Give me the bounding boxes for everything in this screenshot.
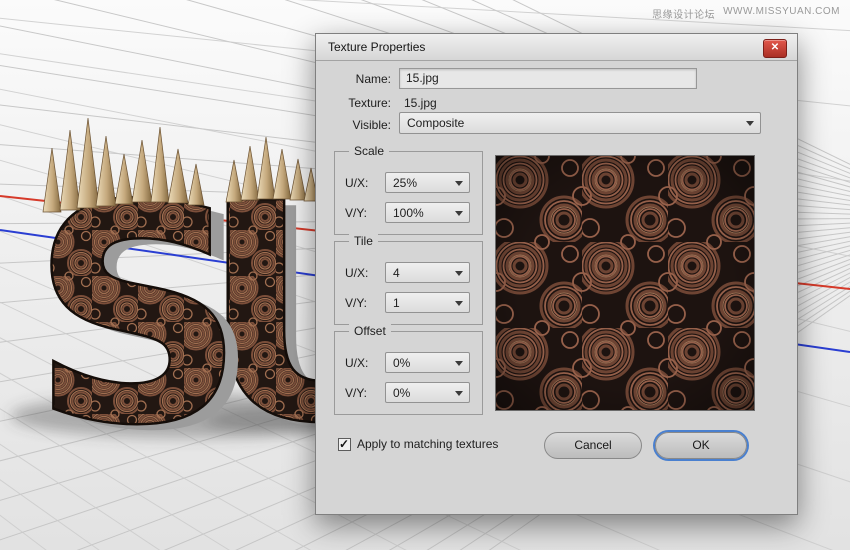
visible-dropdown[interactable]: Composite — [399, 112, 761, 134]
tile-vy-dropdown[interactable]: 1 — [385, 292, 470, 313]
chevron-down-icon — [455, 211, 463, 216]
ok-button[interactable]: OK — [655, 432, 747, 459]
tile-vy-value: 1 — [393, 296, 400, 310]
offset-group-legend: Offset — [349, 324, 391, 338]
watermark: 思缘设计论坛 WWW.MISSYUAN.COM — [652, 6, 840, 21]
name-label: Name: — [355, 72, 391, 86]
apply-matching-label: Apply to matching textures — [357, 437, 499, 451]
dialog-titlebar[interactable]: Texture Properties ✕ — [316, 34, 797, 61]
watermark-site-name: 思缘设计论坛 — [652, 10, 716, 21]
offset-vy-dropdown[interactable]: 0% — [385, 382, 470, 403]
scale-ux-dropdown[interactable]: 25% — [385, 172, 470, 193]
scale-group: Scale U/X: 25% V/Y: 100% — [334, 144, 483, 235]
offset-group: Offset U/X: 0% V/Y: 0% — [334, 324, 483, 415]
offset-ux-dropdown[interactable]: 0% — [385, 352, 470, 373]
scale-ux-value: 25% — [393, 176, 418, 190]
dialog-title: Texture Properties — [328, 40, 426, 54]
chevron-down-icon — [455, 181, 463, 186]
tile-ux-dropdown[interactable]: 4 — [385, 262, 470, 283]
texture-preview-image — [496, 156, 754, 410]
texture-label: Texture: — [348, 96, 391, 110]
cancel-button[interactable]: Cancel — [544, 432, 642, 459]
offset-ux-label: U/X: — [345, 356, 369, 370]
close-icon: ✕ — [770, 42, 780, 53]
chevron-down-icon — [455, 271, 463, 276]
offset-vy-value: 0% — [393, 386, 411, 400]
scale-ux-label: U/X: — [345, 176, 369, 190]
tile-group: Tile U/X: 4 V/Y: 1 — [334, 234, 483, 325]
tile-group-legend: Tile — [349, 234, 378, 248]
chevron-down-icon — [455, 391, 463, 396]
chevron-down-icon — [455, 361, 463, 366]
visible-label: Visible: — [352, 118, 391, 132]
scale-vy-dropdown[interactable]: 100% — [385, 202, 470, 223]
visible-dropdown-value: Composite — [407, 116, 465, 130]
tile-vy-label: V/Y: — [345, 296, 368, 310]
texture-properties-dialog: Texture Properties ✕ Name: 15.jpg Textur… — [315, 33, 798, 515]
apply-matching-checkbox[interactable] — [338, 437, 351, 451]
chevron-down-icon — [746, 121, 754, 126]
name-input[interactable]: 15.jpg — [399, 68, 697, 89]
close-button[interactable]: ✕ — [763, 39, 787, 58]
offset-ux-value: 0% — [393, 356, 411, 370]
offset-vy-label: V/Y: — [345, 386, 368, 400]
photoshop-window: U U S S 思缘设计论坛 WWW.MISSYUAN.COM Texture … — [0, 0, 850, 550]
watermark-site-url: WWW.MISSYUAN.COM — [723, 6, 840, 17]
tile-ux-label: U/X: — [345, 266, 369, 280]
tile-ux-value: 4 — [393, 266, 400, 280]
scale-group-legend: Scale — [349, 144, 390, 158]
texture-preview — [495, 155, 755, 411]
texture-value: 15.jpg — [404, 96, 437, 110]
chevron-down-icon — [455, 301, 463, 306]
scale-vy-label: V/Y: — [345, 206, 368, 220]
scale-vy-value: 100% — [393, 206, 424, 220]
